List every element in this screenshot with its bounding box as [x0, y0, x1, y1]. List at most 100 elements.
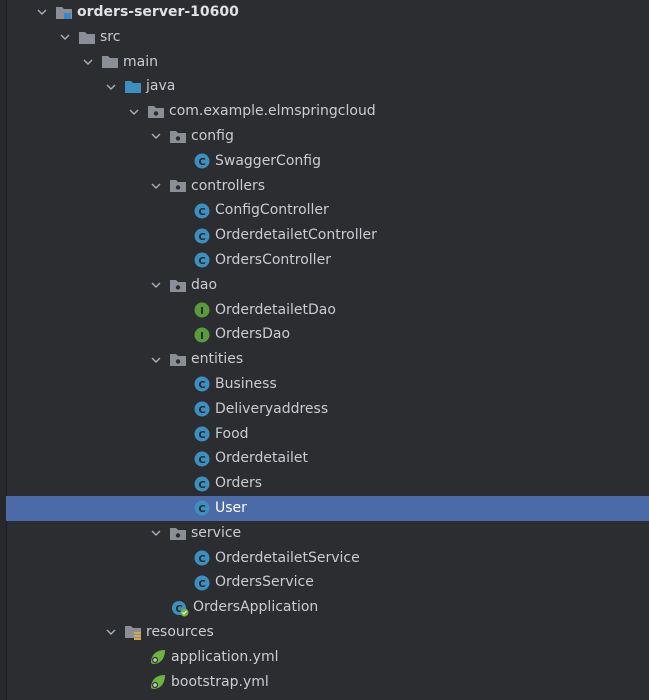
class-icon: C — [193, 202, 211, 220]
chevron-down-icon[interactable] — [149, 348, 163, 372]
class-icon: C — [193, 549, 211, 567]
tree-node-class[interactable]: C OrderdetailetController — [0, 223, 649, 248]
tree-node-interface[interactable]: I OrderdetailetDao — [0, 298, 649, 323]
tree-node-class[interactable]: C OrdersService — [0, 570, 649, 595]
tree-node-class[interactable]: C SwaggerConfig — [0, 149, 649, 174]
spring-boot-icon: C — [171, 599, 189, 617]
chevron-down-icon[interactable] — [58, 25, 72, 49]
tree-node-controllers[interactable]: controllers — [0, 174, 649, 199]
tree-node-label: SwaggerConfig — [215, 152, 321, 169]
interface-icon: I — [193, 301, 211, 319]
tree-node-class[interactable]: C OrderdetailetService — [0, 546, 649, 571]
tree-node-class[interactable]: C Business — [0, 372, 649, 397]
class-icon: C — [193, 475, 211, 493]
package-icon — [147, 103, 165, 121]
chevron-down-icon[interactable] — [35, 0, 49, 24]
tree-node-label: OrdersDao — [215, 326, 291, 343]
svg-text:C: C — [198, 405, 205, 416]
chevron-down-icon[interactable] — [149, 174, 163, 198]
tree-node-main[interactable]: main — [0, 50, 649, 75]
tree-node-label: ConfigController — [215, 202, 329, 219]
tree-node-src[interactable]: src — [0, 25, 649, 50]
tree-node-yml[interactable]: bootstrap.yml — [0, 670, 649, 695]
tree-node-module[interactable]: orders-server-10600 — [0, 0, 649, 25]
class-icon: C — [193, 152, 211, 170]
tree-node-label: Orders — [215, 475, 263, 492]
folder-icon — [78, 28, 96, 46]
tree-node-label: bootstrap.yml — [171, 673, 269, 690]
tree-node-label: OrderdetailetDao — [215, 301, 336, 318]
chevron-down-icon[interactable] — [149, 521, 163, 545]
package-icon — [169, 276, 187, 294]
tree-node-label: Orderdetailet — [215, 450, 308, 467]
svg-text:I: I — [200, 306, 204, 317]
svg-text:C: C — [198, 380, 205, 391]
chevron-down-icon[interactable] — [104, 620, 118, 644]
svg-text:C: C — [198, 157, 205, 168]
tree-node-config[interactable]: config — [0, 124, 649, 149]
chevron-down-icon[interactable] — [127, 100, 141, 124]
class-icon: C — [193, 450, 211, 468]
tree-node-label: resources — [146, 623, 214, 640]
svg-text:I: I — [200, 331, 204, 342]
chevron-down-icon[interactable] — [149, 273, 163, 297]
chevron-down-icon[interactable] — [81, 50, 95, 74]
tree-node-label: Food — [215, 425, 249, 442]
package-icon — [169, 127, 187, 145]
spring-config-icon — [149, 648, 167, 666]
chevron-down-icon[interactable] — [149, 124, 163, 148]
tree-node-yml[interactable]: application.yml — [0, 645, 649, 670]
package-icon — [169, 177, 187, 195]
class-icon: C — [193, 227, 211, 245]
class-icon: C — [193, 251, 211, 269]
tree-node-label: java — [146, 78, 176, 95]
spring-config-icon — [149, 673, 167, 691]
svg-text:C: C — [198, 554, 205, 565]
tree-node-class-selected[interactable]: C User — [6, 495, 649, 521]
resources-folder-icon — [124, 623, 142, 641]
class-icon: C — [193, 499, 211, 517]
tree-node-label: OrderdetailetService — [215, 549, 360, 566]
tree-node-class[interactable]: C OrdersController — [0, 248, 649, 273]
tree-node-label: orders-server-10600 — [77, 4, 239, 20]
tree-node-package[interactable]: com.example.elmspringcloud — [0, 99, 649, 124]
package-icon — [169, 351, 187, 369]
tree-node-class[interactable]: C Deliveryaddress — [0, 397, 649, 422]
svg-text:C: C — [198, 579, 205, 590]
tree-node-label: OrdersApplication — [193, 599, 319, 616]
project-tree[interactable]: orders-server-10600 src main java com.ex… — [0, 0, 649, 694]
tree-node-label: config — [191, 127, 234, 144]
tree-node-label: main — [123, 53, 158, 70]
tree-node-interface[interactable]: I OrdersDao — [0, 322, 649, 347]
tree-node-label: service — [191, 524, 242, 541]
tree-node-label: User — [215, 499, 247, 516]
tree-node-application[interactable]: C OrdersApplication — [0, 595, 649, 620]
tree-node-resources[interactable]: resources — [0, 620, 649, 645]
tree-node-java[interactable]: java — [0, 74, 649, 99]
tree-node-label: OrderdetailetController — [215, 227, 377, 244]
tree-node-label: OrdersService — [215, 574, 314, 591]
tree-node-label: controllers — [191, 177, 266, 194]
svg-text:C: C — [198, 455, 205, 466]
source-folder-icon — [124, 78, 142, 96]
tree-node-label: entities — [191, 351, 244, 368]
class-icon: C — [193, 375, 211, 393]
svg-text:C: C — [198, 430, 205, 441]
tree-node-label: OrdersController — [215, 251, 331, 268]
tree-node-class[interactable]: C Orders — [0, 471, 649, 496]
svg-text:C: C — [198, 504, 205, 515]
folder-icon — [101, 53, 119, 71]
class-icon: C — [193, 574, 211, 592]
tree-node-entities[interactable]: entities — [0, 347, 649, 372]
tree-node-dao[interactable]: dao — [0, 273, 649, 298]
tree-node-class[interactable]: C ConfigController — [0, 198, 649, 223]
chevron-down-icon[interactable] — [104, 75, 118, 99]
svg-text:C: C — [198, 256, 205, 267]
tree-node-class[interactable]: C Food — [0, 422, 649, 447]
svg-text:C: C — [198, 207, 205, 218]
tree-node-service[interactable]: service — [0, 521, 649, 546]
class-icon: C — [193, 425, 211, 443]
svg-text:C: C — [198, 480, 205, 491]
tree-node-label: Deliveryaddress — [215, 400, 329, 417]
tree-node-class[interactable]: C Orderdetailet — [0, 446, 649, 471]
